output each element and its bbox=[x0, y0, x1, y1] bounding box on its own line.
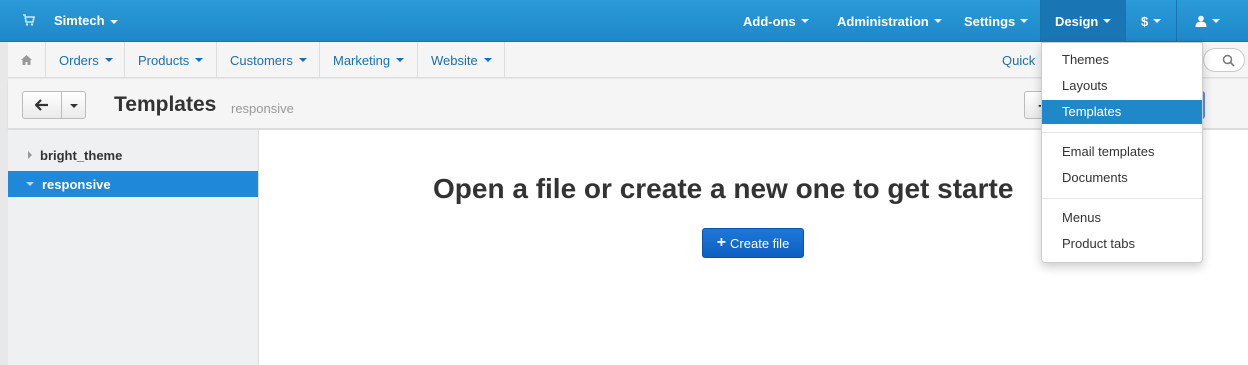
nav-divider bbox=[504, 42, 505, 78]
plus-icon: + bbox=[716, 234, 727, 251]
subnav-customers-label: Customers bbox=[230, 52, 293, 68]
chevron-down-icon bbox=[1103, 19, 1112, 23]
create-file-button[interactable]: + Create file bbox=[702, 228, 804, 258]
design-dropdown-menu: Themes Layouts Templates Email templates… bbox=[1041, 42, 1203, 263]
chevron-down-icon bbox=[195, 58, 204, 62]
menu-item-themes[interactable]: Themes bbox=[1042, 48, 1202, 72]
chevron-down-icon bbox=[800, 19, 809, 23]
subnav-customers[interactable]: Customers bbox=[230, 42, 307, 78]
search-input[interactable] bbox=[1203, 48, 1245, 72]
tree-item-bright-theme[interactable]: bright_theme bbox=[8, 142, 258, 168]
chevron-down-icon bbox=[933, 19, 942, 23]
chevron-down-icon bbox=[104, 58, 113, 62]
chevron-down-icon bbox=[396, 58, 405, 62]
nav-divider bbox=[45, 42, 46, 78]
nav-settings[interactable]: Settings bbox=[964, 0, 1029, 42]
button-divider bbox=[61, 92, 62, 118]
chevron-down-icon bbox=[1020, 19, 1029, 23]
page-subtitle: responsive bbox=[231, 101, 294, 116]
user-icon bbox=[1195, 15, 1207, 27]
chevron-down-icon bbox=[298, 58, 307, 62]
back-button-group bbox=[22, 91, 86, 119]
nav-design[interactable]: Design bbox=[1041, 0, 1125, 42]
nav-administration[interactable]: Administration bbox=[837, 0, 942, 42]
nav-user[interactable] bbox=[1195, 0, 1220, 42]
subnav-website-label: Website bbox=[431, 52, 478, 68]
chevron-down-icon bbox=[1153, 19, 1162, 23]
chevron-down-icon[interactable] bbox=[70, 104, 78, 108]
menu-divider bbox=[1042, 198, 1202, 199]
menu-divider bbox=[1042, 132, 1202, 133]
menu-item-product-tabs[interactable]: Product tabs bbox=[1042, 232, 1202, 256]
nav-divider bbox=[1176, 0, 1177, 42]
nav-divider bbox=[417, 42, 418, 78]
nav-addons[interactable]: Add-ons bbox=[743, 0, 809, 42]
subnav-marketing[interactable]: Marketing bbox=[333, 42, 405, 78]
subnav-products-label: Products bbox=[138, 52, 190, 68]
empty-state-message: Open a file or create a new one to get s… bbox=[433, 173, 1014, 204]
subnav-orders[interactable]: Orders bbox=[59, 42, 113, 78]
menu-item-templates[interactable]: Templates bbox=[1042, 100, 1202, 124]
nav-settings-label: Settings bbox=[964, 13, 1016, 29]
chevron-right-icon bbox=[28, 151, 32, 159]
subnav-marketing-label: Marketing bbox=[333, 52, 391, 68]
arrow-left-icon[interactable] bbox=[35, 99, 49, 111]
subnav-orders-label: Orders bbox=[59, 52, 99, 68]
page-title: Templates bbox=[114, 93, 217, 116]
chevron-down-icon bbox=[483, 58, 492, 62]
nav-divider bbox=[216, 42, 217, 78]
brand-menu[interactable]: Simtech bbox=[54, 13, 118, 28]
menu-item-documents[interactable]: Documents bbox=[1042, 166, 1202, 190]
subnav-products[interactable]: Products bbox=[138, 42, 204, 78]
tree-item-label: responsive bbox=[42, 176, 111, 192]
nav-currency[interactable]: $ bbox=[1141, 0, 1162, 42]
chevron-down-icon bbox=[109, 19, 118, 24]
home-icon[interactable] bbox=[20, 54, 33, 66]
menu-item-menus[interactable]: Menus bbox=[1042, 206, 1202, 230]
chevron-down-icon bbox=[26, 182, 34, 186]
nav-currency-label: $ bbox=[1141, 13, 1149, 29]
tree-item-responsive[interactable]: responsive bbox=[8, 171, 258, 197]
subnav-website[interactable]: Website bbox=[431, 42, 492, 78]
nav-design-label: Design bbox=[1055, 13, 1099, 29]
chevron-down-icon bbox=[1212, 19, 1220, 23]
nav-administration-label: Administration bbox=[837, 13, 929, 29]
cart-icon[interactable] bbox=[22, 13, 36, 27]
create-file-label: Create file bbox=[730, 235, 790, 251]
tree-item-label: bright_theme bbox=[40, 147, 123, 163]
top-navbar: Simtech Add-ons Administration Settings … bbox=[0, 0, 1248, 42]
file-tree: bright_theme responsive bbox=[8, 130, 259, 365]
nav-divider bbox=[319, 42, 320, 78]
nav-divider bbox=[124, 42, 125, 78]
nav-addons-label: Add-ons bbox=[743, 13, 796, 29]
menu-item-layouts[interactable]: Layouts bbox=[1042, 74, 1202, 98]
brand-label: Simtech bbox=[54, 13, 105, 28]
search-icon bbox=[1222, 54, 1235, 67]
quick-menu-link[interactable]: Quick bbox=[1002, 53, 1035, 68]
nav-divider bbox=[1125, 0, 1126, 42]
menu-item-email-templates[interactable]: Email templates bbox=[1042, 140, 1202, 164]
